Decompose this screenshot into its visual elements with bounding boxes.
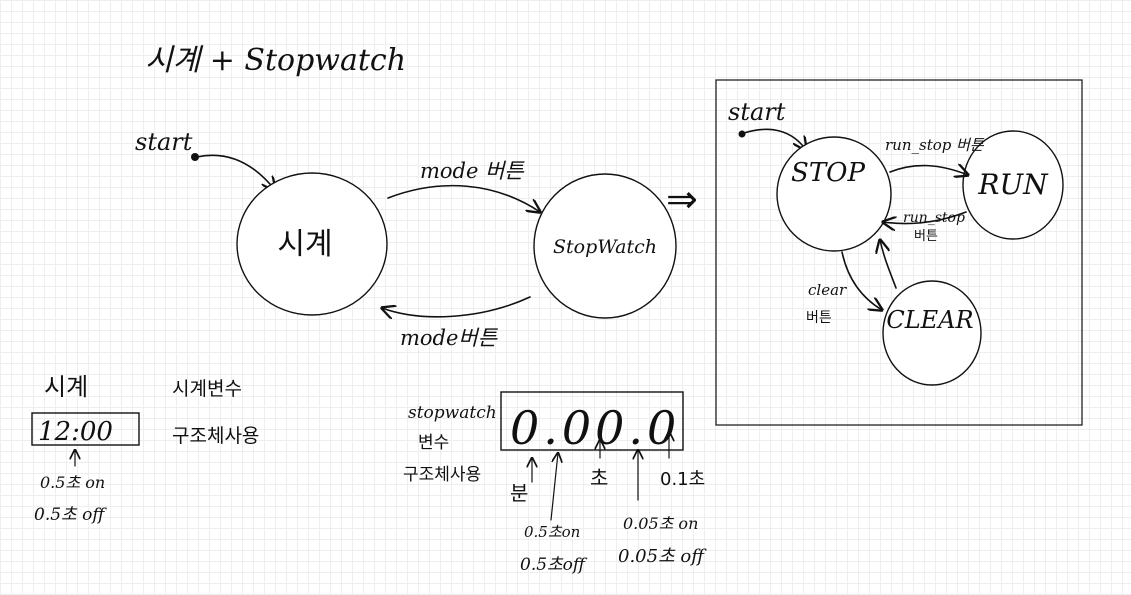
stopwatch-fsm-frame [715, 79, 1083, 426]
stopwatch-state-label: StopWatch [553, 236, 657, 258]
mode-arrow-to-stopwatch [387, 184, 540, 212]
sub-start-label: start [728, 98, 786, 126]
mode-label-to-clock: mode버튼 [400, 326, 499, 350]
run-stop-bottom-label-2: 버튼 [914, 229, 938, 244]
min-blink-pointer [550, 453, 558, 521]
clear-label-2: 버튼 [806, 310, 832, 326]
sub-start-dot [738, 130, 746, 138]
dot-blink-on: 0.05초 on [623, 514, 698, 533]
clock-note-line1: 시계변수 [172, 378, 242, 400]
state-diagram-canvas: 시계 + Stopwatch start 시계 StopWatch mode 버… [31, 43, 1083, 575]
mode-arrow-to-clock [382, 296, 531, 317]
mode-label-to-stopwatch: mode 버튼 [420, 159, 525, 183]
stopwatch-display-value: 0.00.0 [510, 401, 680, 455]
main-start-arrow [196, 154, 275, 190]
stop-to-clear-arrow [841, 251, 882, 310]
clock-blink-on: 0.5초 on [40, 473, 105, 492]
run-state-label: RUN [977, 168, 1049, 201]
stopwatch-label-line2: 변수 [418, 433, 449, 453]
stop-to-run-arrow [889, 166, 968, 175]
stopwatch-label-line1: stopwatch [408, 403, 497, 423]
clear-state-label: CLEAR [886, 306, 973, 334]
min-blink-off: 0.5초off [520, 555, 588, 575]
dot-blink-off: 0.05초 off [618, 546, 707, 567]
clear-to-stop-arrow [880, 240, 897, 289]
expand-double-arrow: ⇒ [666, 177, 698, 221]
stop-state-label: STOP [791, 158, 865, 188]
clock-blink-off: 0.5초 off [34, 505, 107, 525]
stop-state-node [776, 136, 892, 252]
page-title: 시계 + Stopwatch [145, 43, 406, 78]
clock-note-line2: 구조체사용 [172, 425, 259, 447]
unit-tenth-label: 0.1초 [660, 469, 705, 490]
unit-sec-label: 초 [590, 466, 608, 490]
clock-state-label: 시계 [277, 227, 332, 262]
clock-display-value: 12:00 [38, 417, 113, 447]
clear-label: clear [808, 281, 847, 299]
stopwatch-label-line3: 구조체사용 [403, 465, 481, 485]
sub-start-arrow [743, 128, 806, 150]
run-stop-top-label: run_stop 버튼 [885, 136, 985, 154]
unit-min-label: 분 [510, 481, 528, 505]
main-start-label: start [135, 128, 193, 156]
clock-display-title: 시계 [44, 373, 88, 401]
min-blink-on: 0.5초on [524, 523, 580, 541]
run-stop-bottom-label: run_stop [903, 210, 965, 226]
